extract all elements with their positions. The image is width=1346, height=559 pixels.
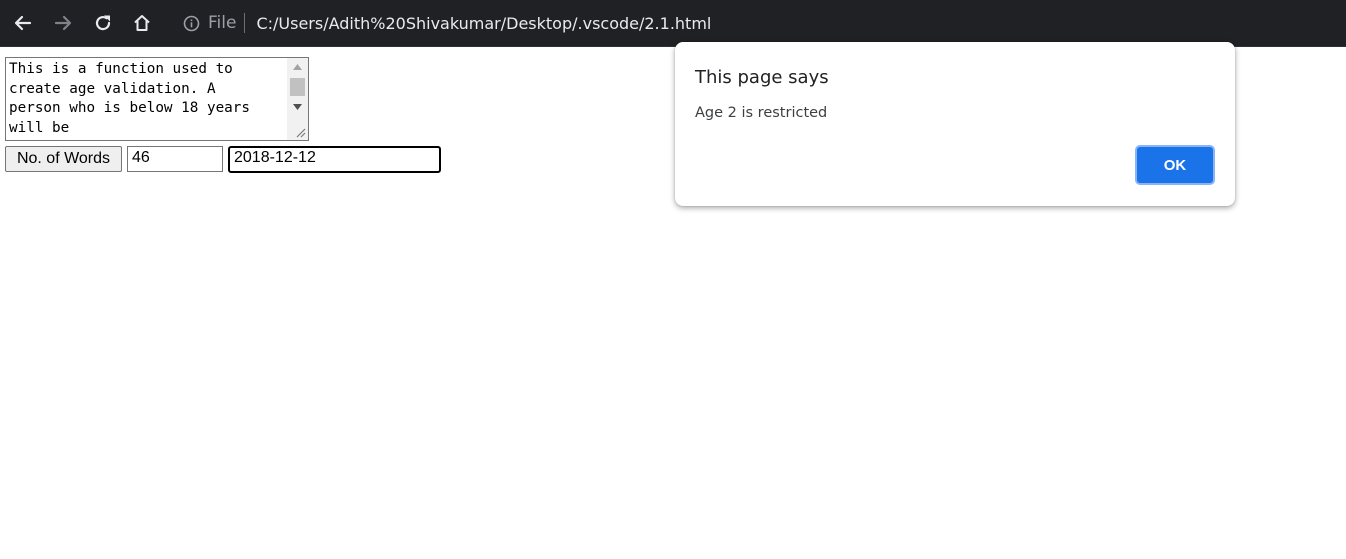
ok-button[interactable]: OK [1135, 145, 1215, 185]
scroll-down-arrow-icon[interactable] [287, 98, 308, 115]
scroll-thumb[interactable] [290, 78, 305, 96]
address-bar[interactable]: File C:/Users/Adith%20Shivakumar/Desktop… [170, 7, 1346, 39]
alert-dialog: This page says Age 2 is restricted OK [675, 42, 1235, 206]
omnibox-divider [244, 13, 246, 33]
browser-toolbar: File C:/Users/Adith%20Shivakumar/Desktop… [0, 0, 1346, 47]
date-field[interactable]: 2018-12-12 [228, 146, 441, 173]
dialog-message: Age 2 is restricted [695, 105, 828, 121]
dialog-title: This page says [695, 67, 829, 88]
resize-handle-icon[interactable] [294, 126, 306, 138]
home-icon[interactable] [129, 10, 155, 36]
word-count-field[interactable]: 46 [127, 146, 223, 172]
forward-arrow-icon[interactable] [50, 10, 76, 36]
scheme-label: File [208, 13, 237, 33]
info-icon[interactable] [182, 14, 200, 32]
scroll-up-arrow-icon[interactable] [287, 58, 308, 75]
description-textarea[interactable]: This is a function used to create age va… [5, 57, 309, 141]
word-count-button[interactable]: No. of Words [5, 146, 122, 172]
url-text[interactable]: C:/Users/Adith%20Shivakumar/Desktop/.vsc… [256, 14, 711, 33]
textarea-content[interactable]: This is a function used to create age va… [9, 60, 287, 140]
back-arrow-icon[interactable] [10, 10, 36, 36]
reload-icon[interactable] [90, 10, 116, 36]
